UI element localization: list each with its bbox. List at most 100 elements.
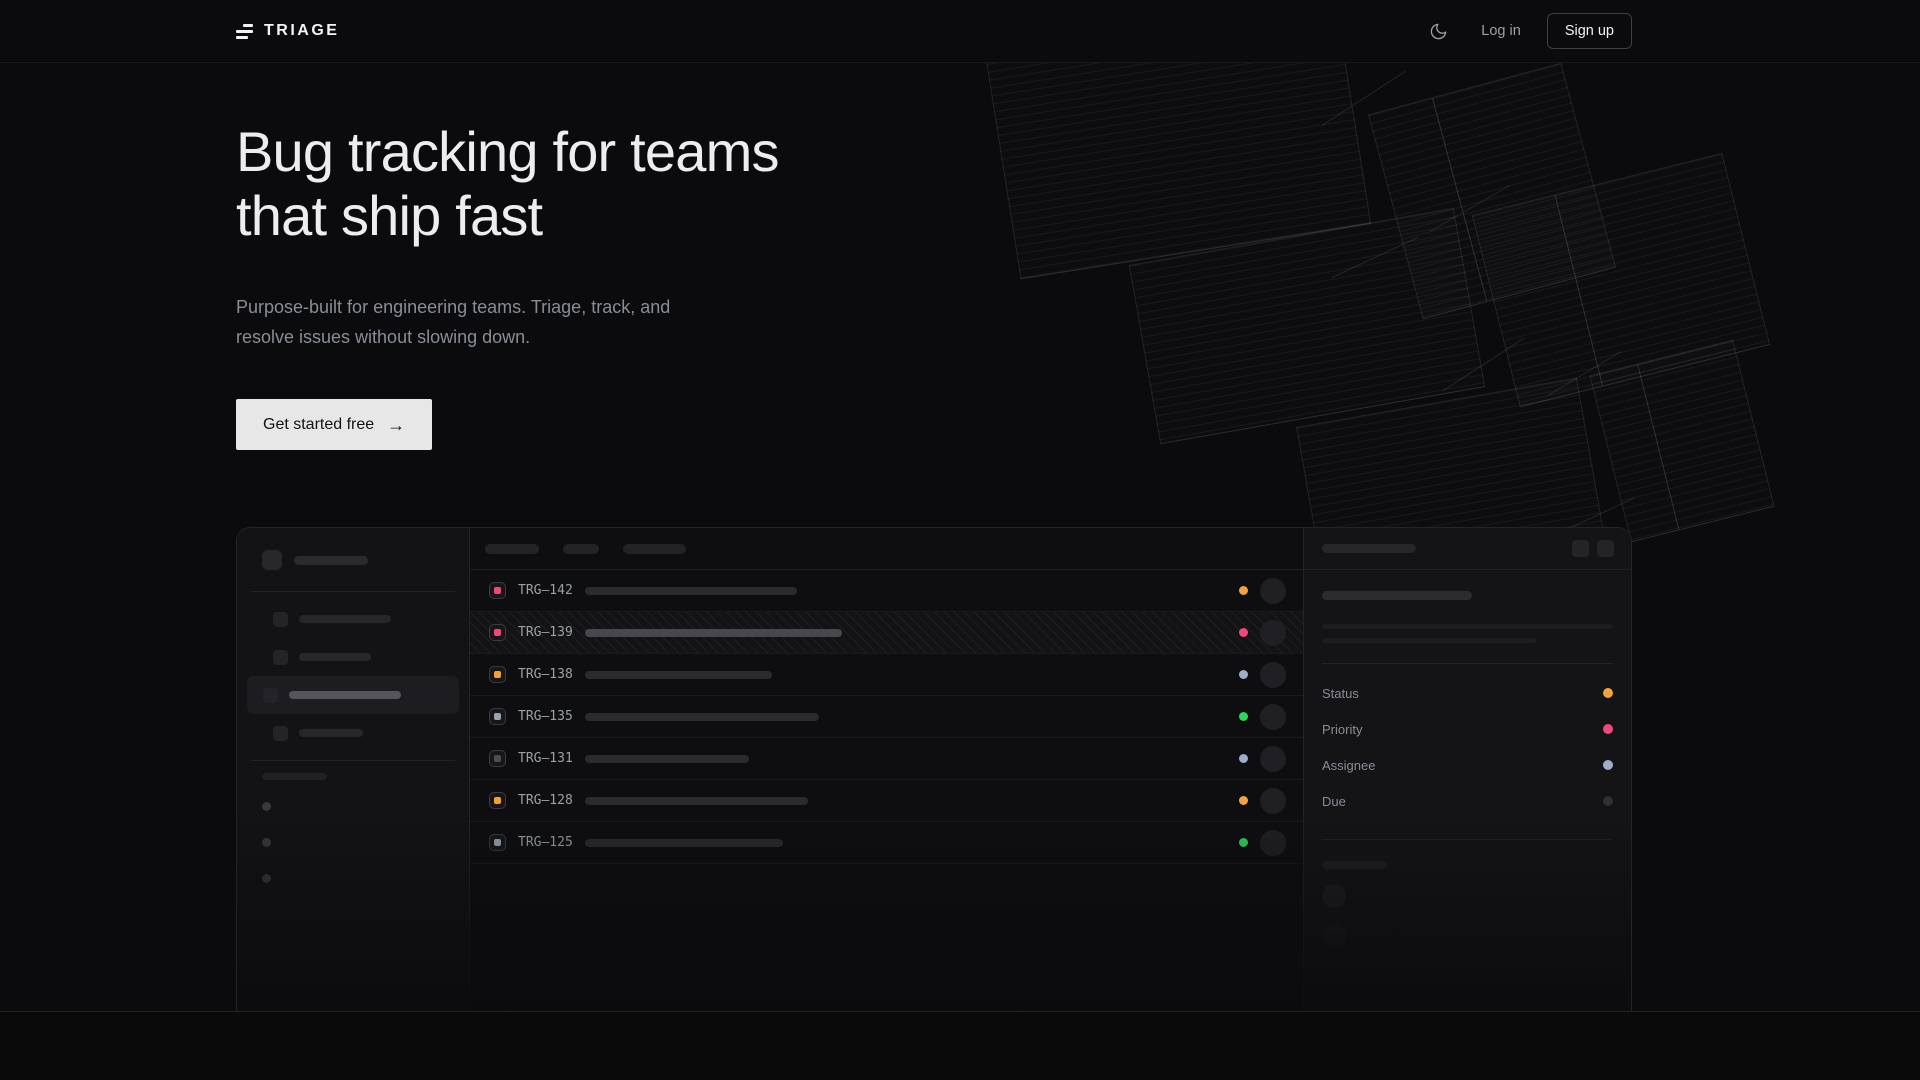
sidebar-item-skeleton [299, 729, 363, 737]
issue-type-dot [494, 671, 501, 678]
issue-title-skeleton [585, 755, 749, 763]
sidebar-item-skeleton [299, 653, 371, 661]
issue-type-dot [494, 755, 501, 762]
issue-title-skeleton [585, 671, 772, 679]
issue-row-meta [1239, 830, 1286, 856]
issue-status-dot [1239, 712, 1248, 721]
title-line-1: Bug tracking for teams [236, 120, 779, 183]
issue-assignee-avatar[interactable] [1260, 704, 1286, 730]
hero-subtitle: Purpose-built for engineering teams. Tri… [236, 292, 1632, 352]
app-preview-card: TRG–142 TRG–139 TRG–138 TRG–135 TRG– [236, 527, 1632, 1012]
property-label: Status [1322, 686, 1359, 701]
panel-action-button[interactable] [1572, 540, 1589, 557]
signup-button[interactable]: Sign up [1547, 13, 1632, 49]
issue-type-icon [489, 666, 506, 683]
issue-row[interactable]: TRG–142 [470, 570, 1303, 612]
issue-type-icon [489, 834, 506, 851]
issue-type-icon [489, 624, 506, 641]
issue-title-skeleton [585, 713, 819, 721]
divider [1322, 663, 1613, 664]
issue-type-icon [489, 750, 506, 767]
issue-type-icon [489, 708, 506, 725]
issue-assignee-avatar[interactable] [1260, 788, 1286, 814]
comment-avatar [1322, 923, 1347, 948]
issue-row-meta [1239, 746, 1286, 772]
issue-status-dot [1239, 838, 1248, 847]
issue-type-dot [494, 629, 501, 636]
issue-assignee-avatar[interactable] [1260, 578, 1286, 604]
issue-row-meta [1239, 662, 1286, 688]
issue-list-column: TRG–142 TRG–139 TRG–138 TRG–135 TRG– [470, 528, 1304, 1012]
get-started-button[interactable]: Get started free → [236, 399, 432, 450]
issue-row[interactable]: TRG–131 [470, 738, 1303, 780]
property-value-dot [1603, 796, 1613, 806]
filter-tab-skeleton[interactable] [623, 544, 686, 554]
brand-name: TRIAGE [264, 22, 339, 40]
sidebar-bullet [262, 838, 271, 847]
sidebar-item[interactable] [247, 638, 459, 676]
title-line-2: that ship fast [236, 184, 542, 247]
issue-assignee-avatar[interactable] [1260, 746, 1286, 772]
issue-id: TRG–125 [518, 835, 578, 850]
issue-status-dot [1239, 628, 1248, 637]
workspace-name-skeleton [294, 556, 368, 565]
description-skeleton [1322, 624, 1613, 629]
issue-status-dot [1239, 670, 1248, 679]
sidebar-item-active[interactable] [247, 676, 459, 714]
panel-action-button[interactable] [1597, 540, 1614, 557]
sidebar-item-icon [263, 688, 278, 703]
issue-title-skeleton [585, 629, 842, 637]
issue-status-dot [1239, 586, 1248, 595]
workspace-switcher[interactable] [237, 528, 469, 570]
filter-tab-skeleton[interactable] [485, 544, 539, 554]
property-row[interactable]: Priority [1322, 711, 1613, 747]
property-row[interactable]: Status [1322, 675, 1613, 711]
property-value-dot [1603, 724, 1613, 734]
issue-row[interactable]: TRG–138 [470, 654, 1303, 696]
sidebar-section-label-skeleton [262, 773, 327, 780]
issue-assignee-avatar[interactable] [1260, 830, 1286, 856]
subtitle-line-1: Purpose-built for engineering teams. Tri… [236, 297, 670, 317]
issue-detail-panel: Status Priority Assignee Due [1304, 528, 1631, 1012]
subtitle-line-2: resolve issues without slowing down. [236, 327, 530, 347]
issue-title-skeleton [585, 797, 808, 805]
issue-row[interactable]: TRG–135 [470, 696, 1303, 738]
issue-row[interactable]: TRG–128 [470, 780, 1303, 822]
issue-assignee-avatar[interactable] [1260, 620, 1286, 646]
detail-panel-body: Status Priority Assignee Due [1304, 591, 1631, 948]
issue-row[interactable]: TRG–125 [470, 822, 1303, 864]
login-link[interactable]: Log in [1481, 23, 1521, 39]
property-row[interactable]: Due [1322, 783, 1613, 819]
sidebar-item[interactable] [247, 600, 459, 638]
issue-type-dot [494, 713, 501, 720]
issue-assignee-avatar[interactable] [1260, 662, 1286, 688]
sidebar-item-icon [273, 726, 288, 741]
sidebar-bullet [262, 874, 271, 883]
issue-row-meta [1239, 704, 1286, 730]
issue-id: TRG–131 [518, 751, 578, 766]
triage-bars-icon [236, 24, 253, 39]
sidebar-item-icon [273, 650, 288, 665]
sidebar-nav [237, 592, 469, 752]
sidebar-item-skeleton [289, 691, 401, 699]
detail-title-skeleton [1322, 544, 1416, 553]
page-title: Bug tracking for teams that ship fast [236, 120, 1632, 248]
sidebar-item-skeleton [299, 615, 391, 623]
issue-id: TRG–135 [518, 709, 578, 724]
sidebar-bullet [262, 802, 271, 811]
issue-id: TRG–142 [518, 583, 578, 598]
brand-logo[interactable]: TRIAGE [236, 22, 339, 40]
theme-toggle-button[interactable] [1421, 14, 1455, 48]
issue-status-dot [1239, 796, 1248, 805]
property-row[interactable]: Assignee [1322, 747, 1613, 783]
issue-row-meta [1239, 788, 1286, 814]
issue-row[interactable]: TRG–139 [470, 612, 1303, 654]
filter-tab-skeleton[interactable] [563, 544, 599, 554]
sidebar-item[interactable] [247, 714, 459, 752]
issue-type-icon [489, 792, 506, 809]
issue-title-skeleton [585, 587, 797, 595]
property-label: Assignee [1322, 758, 1375, 773]
cta-label: Get started free [263, 416, 374, 434]
description-skeleton [1322, 638, 1537, 643]
activity-label-skeleton [1322, 861, 1387, 869]
